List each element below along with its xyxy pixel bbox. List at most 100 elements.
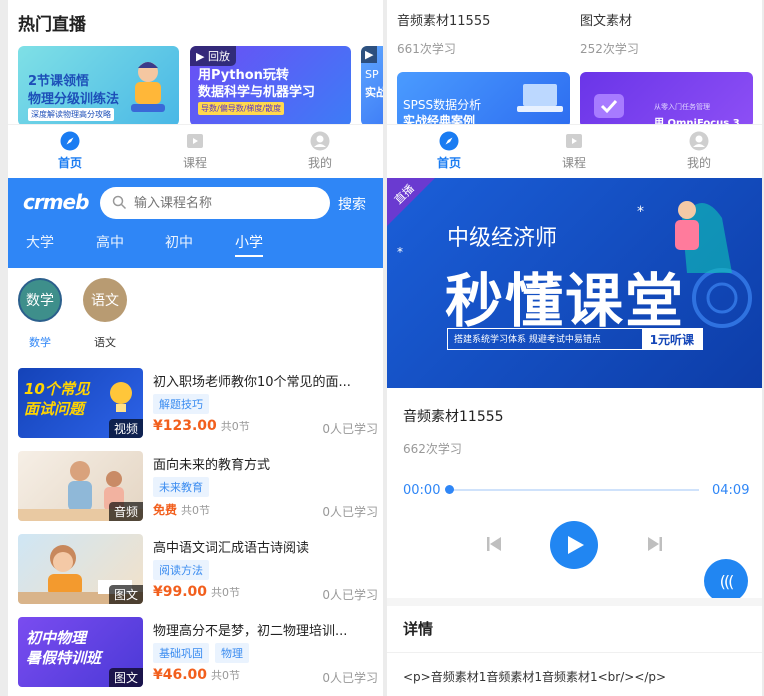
course-price: ¥46.00 共0节	[153, 667, 240, 683]
previous-track-icon[interactable]	[485, 535, 503, 553]
replay-badge: ▶	[361, 46, 378, 63]
tab-home[interactable]: 首页	[40, 131, 100, 171]
course-icon	[187, 134, 203, 148]
replay-badge: ▶ 回放	[190, 46, 236, 66]
floating-audio-button[interactable]: (((	[704, 559, 748, 603]
tab-mine[interactable]: 我的	[290, 131, 350, 171]
banner-strip: 搭建系统学习体系 规避考试中易错点 1元听课	[447, 328, 703, 350]
bulb-illustration	[110, 382, 132, 412]
live-card-line2: 数据科学与机器学习	[198, 85, 316, 100]
subject-avatar: 语文	[83, 278, 127, 322]
header: crmeb 搜索 大学 高中 初中 小学	[8, 178, 383, 268]
live-card-line2: 实战	[365, 86, 383, 99]
study-count: 662次学习	[403, 442, 462, 456]
progress-handle[interactable]	[445, 485, 454, 494]
course-price: 免费 共0节	[153, 501, 210, 518]
laptop-illustration	[517, 84, 563, 112]
section-count: 共0节	[211, 669, 241, 682]
course-price: ¥123.00 共0节	[153, 418, 250, 434]
thumb-line2: 暑假特训班	[26, 649, 102, 667]
thumb-line1: SPSS数据分析	[403, 98, 482, 112]
tab-mine-label: 我的	[307, 156, 332, 170]
thumb-line1: 初中物理	[26, 629, 87, 647]
bottom-tabbar: 首页 课程 我的	[8, 124, 383, 178]
thumb-line2: 面试问题	[24, 400, 85, 418]
course-item[interactable]: 音频 面向未来的教育方式 未来教育 免费 共0节 0人已学习	[18, 451, 378, 521]
audio-item-title[interactable]: 音频素材11555	[397, 10, 490, 29]
course-icon	[566, 134, 582, 148]
price-value: 免费	[153, 503, 178, 517]
live-card-python[interactable]: ▶ 回放 用Python玩转 数据科学与机器学习 导数/偏导数/梯度/散度	[190, 46, 351, 126]
course-item[interactable]: 初中物理 暑假特训班 图文 物理高分不是梦，初二物理培训... 基础巩固 物理 ¥…	[18, 617, 378, 687]
detail-content: <p>音频素材1音频素材1音频素材1<br/></p>	[403, 670, 667, 684]
tab-course[interactable]: 课程	[165, 131, 225, 171]
section-count: 共0节	[181, 504, 211, 517]
live-card-sub: 导数/偏导数/梯度/散度	[198, 102, 285, 115]
tab-home[interactable]: 首页	[419, 131, 479, 171]
tab-course-label: 课程	[182, 156, 207, 170]
subject-avatar: 数学	[18, 278, 62, 322]
audio-thumb-omnifocus[interactable]: 从零入门任务管理 用 OmniFocus 3	[580, 72, 753, 128]
course-thumb: 初中物理 暑假特训班 图文	[18, 617, 143, 687]
course-tag: 未来教育	[153, 477, 209, 497]
user-icon	[689, 131, 709, 151]
course-tag: 基础巩固	[153, 643, 209, 663]
price-value: ¥46.00	[153, 667, 208, 683]
search-input[interactable]	[134, 193, 319, 213]
detail-heading: 详情	[403, 620, 434, 638]
omnifocus-logo	[594, 94, 624, 118]
audio-player-screen: * * 直播 中级经济师 秒懂课堂 搭建系统学习体系 规避考试中易错点 1元听课…	[387, 178, 762, 696]
tab-mine[interactable]: 我的	[669, 131, 729, 171]
tab-home-label: 首页	[436, 156, 461, 170]
course-title: 高中语文词汇成语古诗阅读	[153, 541, 310, 556]
replay-badge-label: 回放	[207, 50, 230, 63]
thumb-line1: 10个常见	[24, 380, 90, 398]
learner-count: 0人已学习	[322, 671, 378, 685]
audio-thumb-spss[interactable]: SPSS数据分析 实战经典案例	[397, 72, 570, 128]
course-thumb: 图文	[18, 534, 143, 604]
subject-math[interactable]: 数学 数学	[16, 278, 64, 350]
live-card-line2: 物理分级训练法	[28, 92, 120, 107]
course-item[interactable]: 10个常见 面试问题 视频 初入职场老师教你10个常见的面... 解题技巧 ¥1…	[18, 368, 378, 438]
live-card-line1: SP	[365, 68, 379, 81]
audio-item-title[interactable]: 图文素材	[580, 10, 632, 29]
live-section-title: 热门直播	[18, 15, 86, 35]
thumb-line1: 从零入门任务管理	[654, 103, 710, 111]
tab-home-label: 首页	[57, 156, 82, 170]
duration: 04:09	[712, 483, 750, 498]
media-type-badge: 音频	[108, 502, 143, 521]
course-tags: 阅读方法	[153, 560, 209, 580]
course-title: 面向未来的教育方式	[153, 458, 271, 473]
search-box[interactable]	[100, 187, 330, 219]
next-track-icon[interactable]	[646, 535, 664, 553]
search-button[interactable]: 搜索	[338, 194, 366, 214]
banner-cta[interactable]: 1元听课	[641, 329, 702, 349]
media-type-badge: 图文	[108, 585, 143, 604]
progress-track[interactable]	[451, 489, 699, 491]
course-thumb: 10个常见 面试问题 视频	[18, 368, 143, 438]
media-type-badge: 视频	[108, 419, 143, 438]
live-card-line1: 2节课领悟	[28, 74, 90, 89]
live-card-sub: 深度解读物理高分攻略	[28, 108, 114, 121]
live-card-spss[interactable]: ▶ SP 实战	[361, 46, 383, 126]
user-icon	[310, 131, 330, 151]
media-type-badge: 图文	[108, 668, 143, 687]
audio-item-count: 661次学习	[397, 42, 456, 56]
subject-chinese[interactable]: 语文 语文	[81, 278, 129, 350]
category-tab-middle-school[interactable]: 初中	[165, 232, 193, 252]
price-value: ¥99.00	[153, 584, 208, 600]
course-banner: * * 直播 中级经济师 秒懂课堂 搭建系统学习体系 规避考试中易错点 1元听课	[387, 178, 762, 388]
subject-label: 语文	[94, 336, 116, 349]
play-button[interactable]	[550, 521, 598, 569]
category-tab-university[interactable]: 大学	[26, 232, 54, 252]
bottom-tabbar: 首页 课程 我的	[387, 124, 762, 178]
section-count: 共0节	[220, 420, 250, 433]
tab-course[interactable]: 课程	[544, 131, 604, 171]
section-divider	[387, 598, 762, 606]
course-item[interactable]: 图文 高中语文词汇成语古诗阅读 阅读方法 ¥99.00 共0节 0人已学习	[18, 534, 378, 604]
category-tab-primary-school[interactable]: 小学	[235, 232, 263, 257]
live-card-physics[interactable]: 2节课领悟 物理分级训练法 深度解读物理高分攻略	[18, 46, 179, 126]
category-tab-high-school[interactable]: 高中	[96, 232, 124, 252]
course-tag: 解题技巧	[153, 394, 209, 414]
course-thumb: 音频	[18, 451, 143, 521]
